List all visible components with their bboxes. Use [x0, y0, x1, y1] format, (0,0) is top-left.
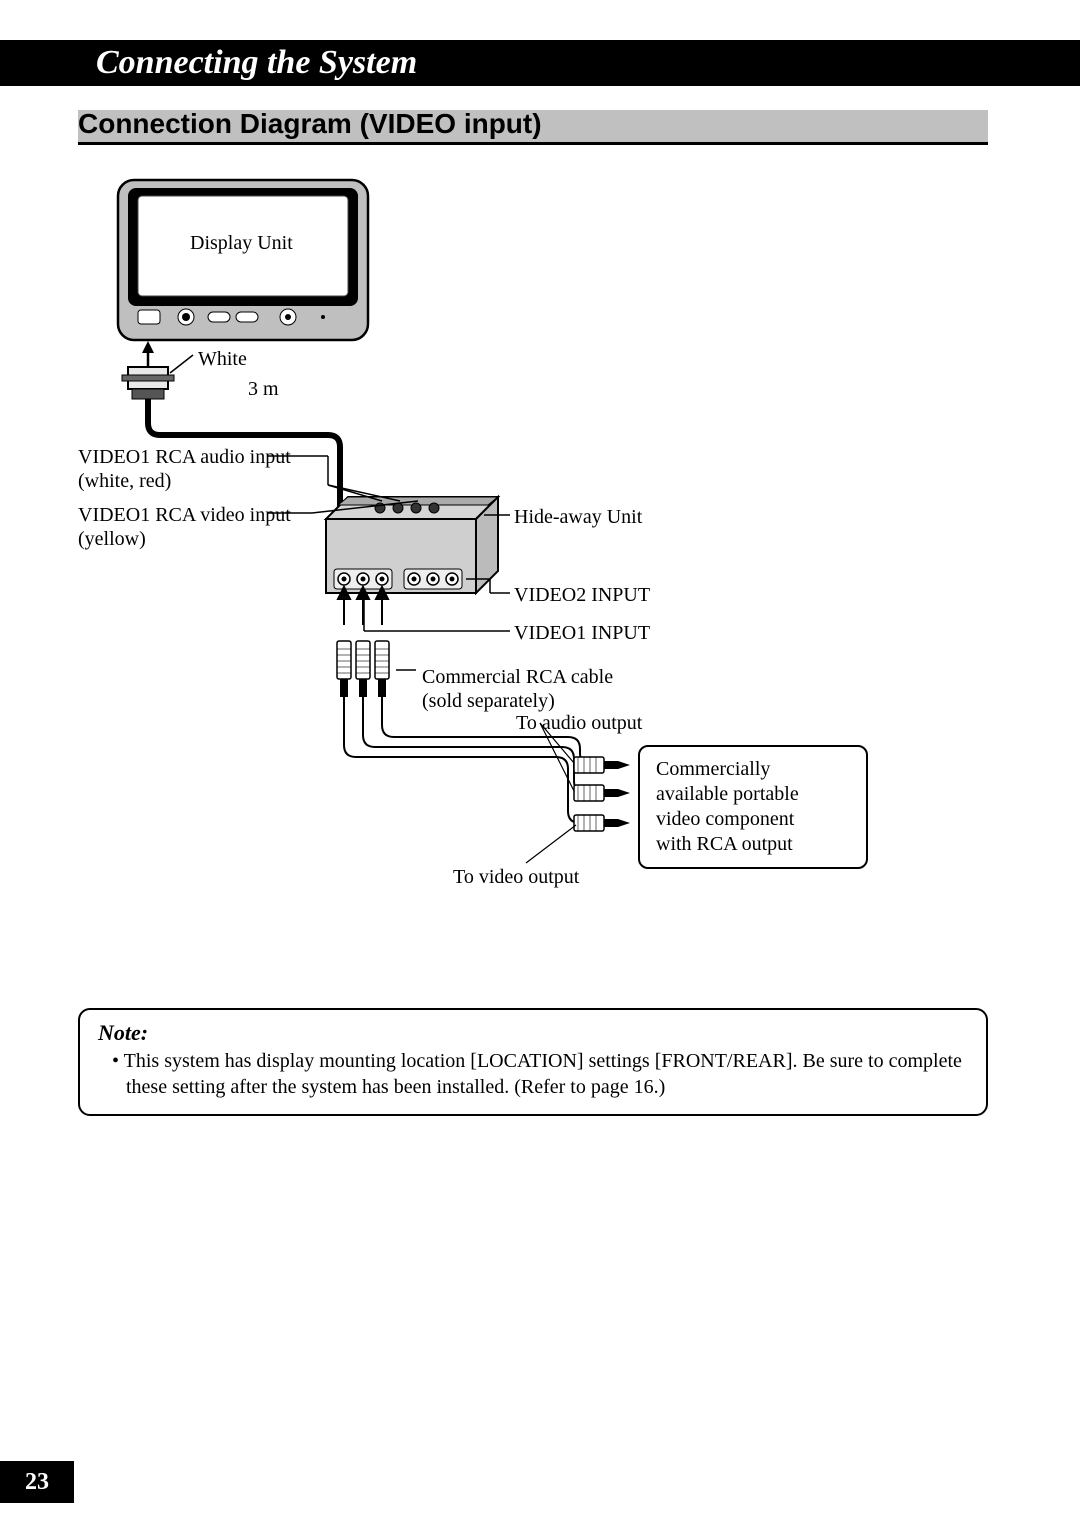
label-video1-input: VIDEO1 INPUT	[514, 621, 650, 646]
section-rule	[78, 142, 988, 145]
section-title: Connection Diagram (VIDEO input)	[78, 108, 542, 140]
page-number: 23	[0, 1461, 74, 1503]
device-line4: with RCA output	[656, 832, 850, 857]
label-length: 3 m	[248, 377, 279, 402]
note-heading: Note:	[98, 1020, 968, 1046]
label-video1-audio-line1: VIDEO1 RCA audio input	[78, 445, 291, 470]
label-video2-input: VIDEO2 INPUT	[514, 583, 650, 608]
connection-diagram: Display Unit White 3 m VIDEO1 RCA audio …	[78, 175, 988, 955]
label-display-unit: Display Unit	[186, 231, 297, 256]
device-line3: video component	[656, 807, 850, 832]
device-line2: available portable	[656, 782, 850, 807]
label-to-video: To video output	[453, 865, 579, 890]
label-hideaway: Hide-away Unit	[514, 505, 642, 530]
note-box: Note: • This system has display mounting…	[78, 1008, 988, 1116]
label-video1-video-line2: (yellow)	[78, 527, 146, 552]
label-white: White	[198, 347, 247, 372]
chapter-title: Connecting the System	[96, 40, 417, 86]
note-body: • This system has display mounting locat…	[98, 1048, 968, 1100]
device-line1: Commercially	[656, 757, 850, 782]
label-to-audio: To audio output	[516, 711, 642, 736]
label-video1-audio-line2: (white, red)	[78, 469, 171, 494]
label-rca-cable-line1: Commercial RCA cable	[422, 665, 613, 690]
label-video1-video-line1: VIDEO1 RCA video input	[78, 503, 291, 528]
device-box: Commercially available portable video co…	[638, 745, 868, 869]
